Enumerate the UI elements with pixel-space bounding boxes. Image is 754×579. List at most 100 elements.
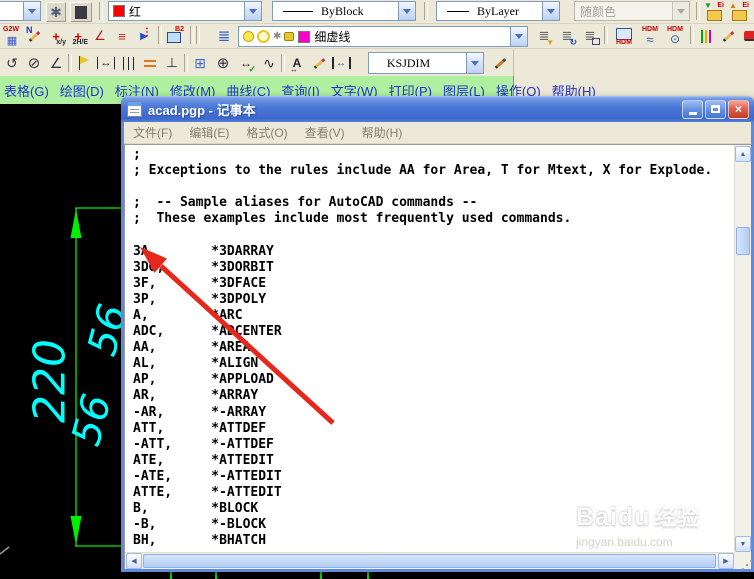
lock-icon[interactable]: [284, 32, 295, 41]
xy-point-button[interactable]: + x/y: [46, 26, 66, 47]
style-brush-button[interactable]: [490, 53, 510, 73]
revcloud-button[interactable]: ↺: [2, 53, 22, 73]
baseline-dim-button[interactable]: [140, 53, 160, 73]
layers-stack-button[interactable]: ≣: [214, 26, 234, 46]
frame-import-button[interactable]: Ei ▼: [704, 2, 724, 22]
ordinate-dim-button[interactable]: ⊥: [162, 53, 182, 73]
partial-combo[interactable]: [0, 1, 41, 21]
freeze-sun-icon[interactable]: [257, 30, 270, 43]
flag-dim-button[interactable]: [74, 53, 94, 73]
arrow-up-icon: ▲: [729, 1, 737, 10]
vertical-scrollbar[interactable]: ▲ ▼: [734, 145, 751, 552]
notepad-icon: [127, 101, 142, 117]
chevron-down-icon[interactable]: [23, 2, 40, 20]
block-button[interactable]: [70, 2, 92, 22]
center-mark-button[interactable]: ⊕: [213, 53, 233, 73]
arrow-down-icon: ▼: [546, 38, 554, 47]
truck-button[interactable]: [740, 26, 754, 46]
bracket-dim-button[interactable]: ↔: [331, 53, 351, 73]
notepad-menu-item[interactable]: 格式(O): [246, 124, 287, 141]
close-button[interactable]: ×: [728, 99, 749, 119]
dim-text-56-upper: 56: [79, 299, 122, 360]
notepad-menu-item[interactable]: 查看(V): [305, 124, 345, 141]
horizontal-scrollbar[interactable]: ◀ ▶: [125, 552, 734, 569]
he-label: 2H/E: [72, 39, 88, 46]
layer-manager-button[interactable]: ≣: [580, 26, 600, 46]
angle-dim-button[interactable]: ∠: [90, 26, 110, 46]
number-box-button[interactable]: ⊞: [190, 53, 210, 73]
separator: [184, 54, 188, 72]
horizontal-scroll-thumb[interactable]: [143, 554, 716, 568]
diameter-button[interactable]: ⊘: [24, 53, 44, 73]
scroll-right-button[interactable]: ▶: [718, 553, 734, 569]
arrow-list-button[interactable]: ▶ ⋮: [134, 26, 154, 46]
hdm-search-button[interactable]: ⊙ HDM: [665, 26, 685, 46]
separator: [281, 54, 285, 72]
chevron-down-icon[interactable]: [398, 2, 415, 20]
cad-menu-item[interactable]: 绘图(D): [60, 81, 104, 100]
refresh-icon: ↻: [569, 37, 577, 47]
height-mark-button[interactable]: + 2H/E: [68, 26, 88, 47]
annotate-button[interactable]: N: [24, 26, 44, 46]
chevron-down-icon[interactable]: [542, 2, 559, 20]
hdm-table-button[interactable]: HDM: [614, 26, 634, 46]
continue-dim-button[interactable]: [118, 53, 138, 73]
pencil-icon: [722, 30, 734, 42]
linear-dim-button[interactable]: ↔: [96, 53, 116, 73]
g2w-button[interactable]: G2W ▦: [2, 26, 22, 47]
toolbar-row-dimension: ↺ ⊘ ∠ ↔ ⊥ ⊞ ⊕ ↔ ✓ ∿ A ↔ ↔ KSJDIM: [0, 49, 754, 76]
truck-icon: [743, 31, 754, 41]
text-dim-button[interactable]: A ↔: [287, 53, 307, 74]
notepad-text[interactable]: ; ; Exceptions to the rules include AA f…: [125, 145, 734, 552]
gear-icon[interactable]: ✱: [273, 31, 281, 42]
minimize-button[interactable]: [682, 99, 703, 119]
frame-export-button[interactable]: Ei ▲: [729, 2, 749, 22]
layer-combo[interactable]: ✱ 细虚线: [238, 26, 528, 47]
bulb-on-icon[interactable]: [243, 31, 254, 42]
settings-gear-button[interactable]: ✱: [46, 2, 66, 22]
notepad-titlebar[interactable]: acad.pgp - 记事本 ×: [121, 96, 754, 122]
check-icon: ✓: [248, 64, 256, 74]
notepad-menu-item[interactable]: 编辑(E): [189, 124, 229, 141]
chevron-down-icon[interactable]: [244, 2, 261, 20]
angle-icon: ∠: [94, 28, 106, 43]
color-combo[interactable]: 红: [108, 1, 262, 21]
scroll-left-button[interactable]: ◀: [126, 553, 142, 569]
baseline-icon: [144, 59, 156, 67]
color-bars-icon: [701, 29, 711, 43]
linetype-bylayer-combo[interactable]: ByLayer: [436, 1, 560, 21]
vertical-scroll-thumb[interactable]: [736, 227, 750, 255]
linetype-byblock-combo[interactable]: ByBlock: [272, 1, 416, 21]
dimstyle-combo[interactable]: KSJDIM: [368, 52, 484, 74]
resize-grip[interactable]: [734, 552, 751, 569]
hdm-label: HDM: [667, 26, 683, 33]
computer-button[interactable]: B2: [164, 26, 184, 46]
notepad-menubar: 文件(F) 编辑(E) 格式(O) 查看(V) 帮助(H): [124, 122, 751, 144]
cad-menu-item[interactable]: 表格(G): [4, 81, 49, 100]
maximize-button[interactable]: [705, 99, 726, 119]
bylayer-value: ByLayer: [477, 3, 519, 18]
arrow-down-icon: ▼: [739, 540, 747, 548]
layer-restore-button[interactable]: ≣ ↻: [557, 26, 577, 47]
scroll-down-button[interactable]: ▼: [735, 536, 751, 552]
hdm-wave-button[interactable]: ≈ HDM: [640, 26, 660, 47]
hdim-icon: ↔: [290, 65, 298, 74]
edit-dim-text-button[interactable]: [309, 53, 329, 73]
ruler-colors-button[interactable]: [696, 26, 716, 46]
chevron-down-icon[interactable]: [510, 27, 527, 46]
chevron-down-icon[interactable]: [465, 53, 483, 73]
notepad-menu-item[interactable]: 文件(F): [133, 124, 172, 141]
layer-set-button[interactable]: ≣ ▼: [534, 26, 554, 47]
arrow-down-icon: ▼: [704, 1, 712, 10]
cad-drawing-area[interactable]: 220 56 56: [0, 104, 137, 579]
dim-check-button[interactable]: ↔ ✓: [236, 53, 256, 74]
toolbar-row-properties: ✱ 红 ByBlock ByLayer 随颜色 Ei ▼ Ei ▲: [0, 0, 754, 24]
notepad-menu-item[interactable]: 帮助(H): [362, 124, 403, 141]
monitor-icon: [167, 31, 181, 43]
wave-dim-button[interactable]: ∿: [259, 53, 279, 73]
toolbar-row-layers: G2W ▦ N + x/y + 2H/E ∠ ≡ ▶ ⋮ B2 ≣ ✱ 细虚线 …: [0, 24, 754, 49]
parallel-lines-button[interactable]: ≡: [112, 26, 132, 46]
scroll-up-button[interactable]: ▲: [735, 146, 751, 162]
edit-dim-button[interactable]: [718, 26, 738, 46]
angle-measure-button[interactable]: ∠: [46, 53, 66, 73]
